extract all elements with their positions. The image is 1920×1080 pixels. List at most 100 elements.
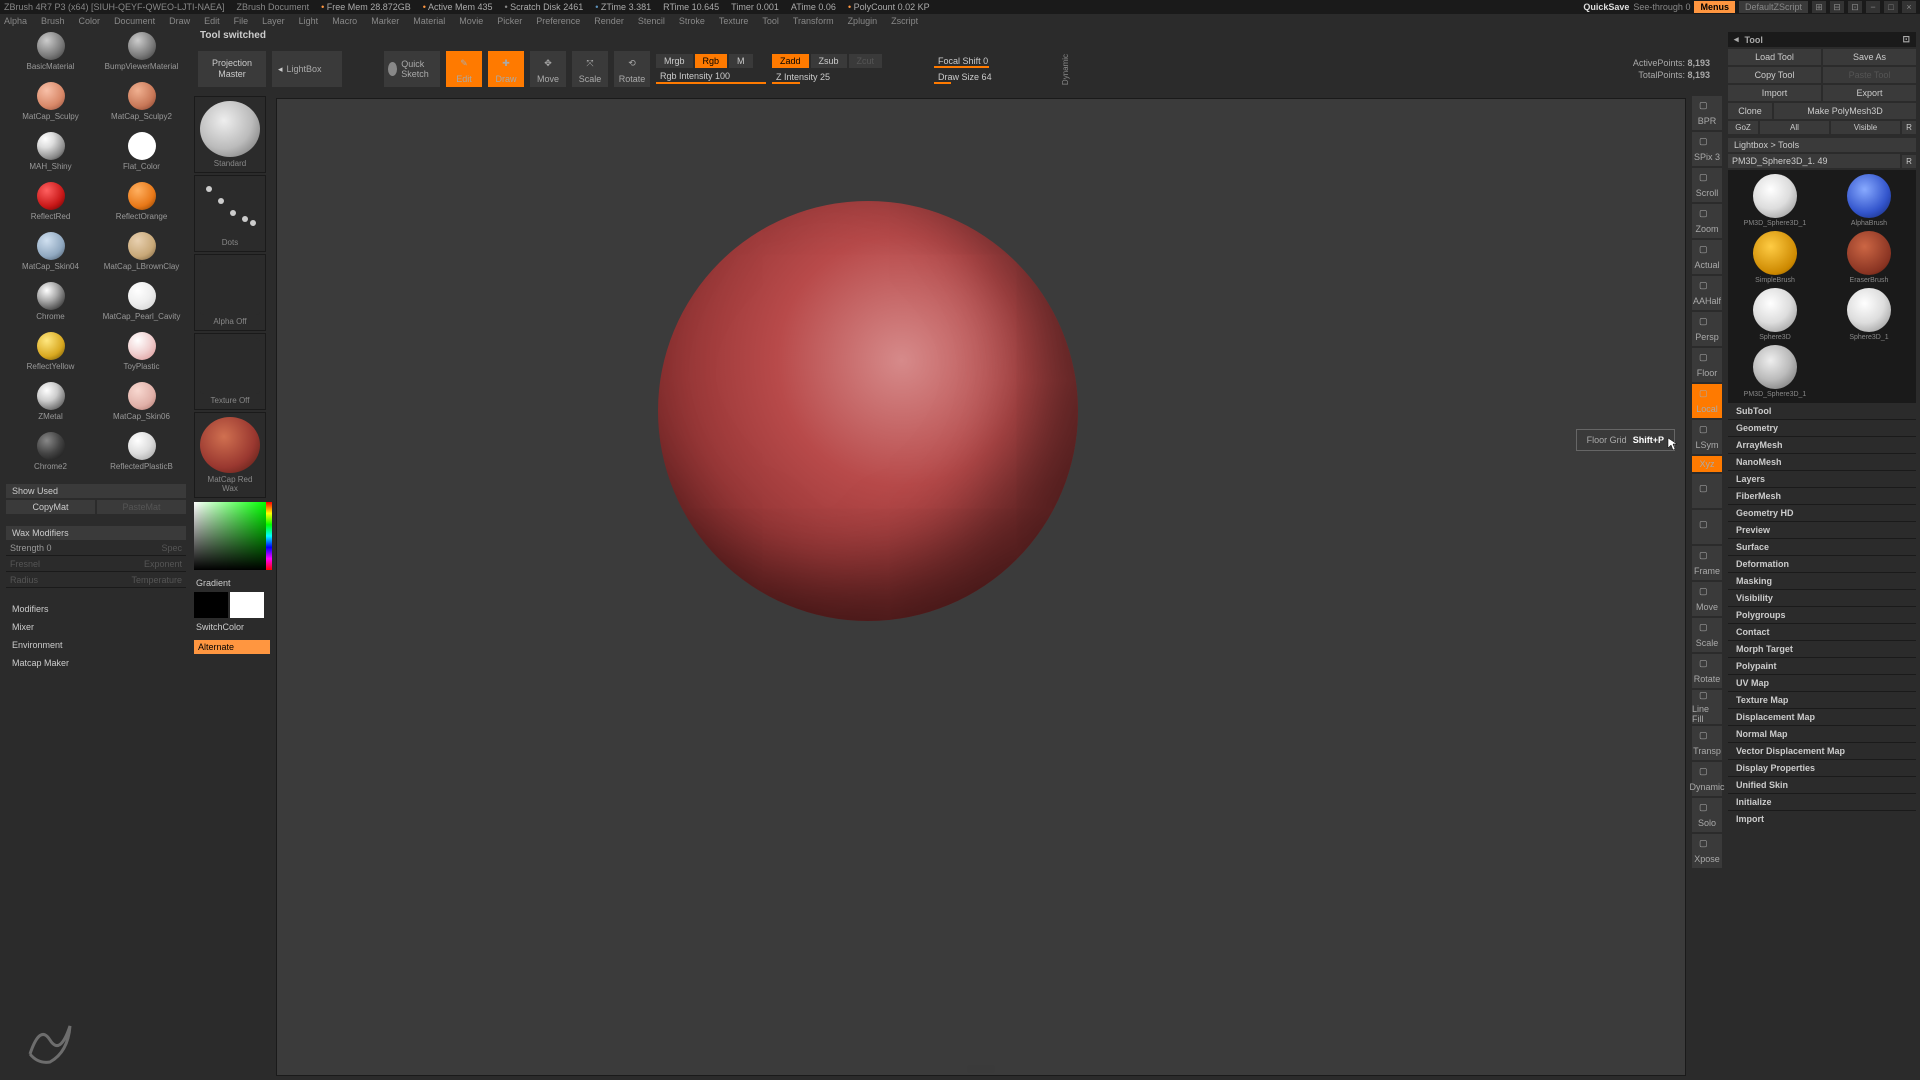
acc-mixer[interactable]: Mixer: [6, 618, 186, 636]
zsub-btn[interactable]: Zsub: [811, 54, 847, 68]
tool-acc-surface[interactable]: Surface: [1728, 538, 1916, 555]
material-ToyPlastic[interactable]: ToyPlastic: [97, 332, 186, 380]
menu-transform[interactable]: Transform: [793, 16, 834, 26]
rtool-blank-12[interactable]: ▢: [1692, 510, 1722, 544]
seethrough[interactable]: See-through 0: [1633, 2, 1690, 12]
swatch-white[interactable]: [230, 592, 264, 618]
tool-acc-texture-map[interactable]: Texture Map: [1728, 691, 1916, 708]
rtool-dynamic[interactable]: ▢Dynamic: [1692, 762, 1722, 796]
switchcolor[interactable]: SwitchColor: [194, 620, 270, 634]
z-intensity[interactable]: Z Intensity 25: [772, 70, 882, 84]
texture-off[interactable]: Texture Off: [194, 333, 266, 410]
rtool-line-fill[interactable]: ▢Line Fill: [1692, 690, 1722, 724]
tool-thumb-Sphere3D[interactable]: Sphere3D: [1730, 288, 1820, 341]
stroke-dots[interactable]: Dots: [194, 175, 266, 252]
tool-acc-visibility[interactable]: Visibility: [1728, 589, 1916, 606]
import-btn[interactable]: Import: [1728, 85, 1821, 101]
mrgb-btn[interactable]: Mrgb: [656, 54, 693, 68]
rgb-btn[interactable]: Rgb: [695, 54, 728, 68]
tool-acc-fibermesh[interactable]: FiberMesh: [1728, 487, 1916, 504]
material-Chrome[interactable]: Chrome: [6, 282, 95, 330]
rtool-scroll[interactable]: ▢Scroll: [1692, 168, 1722, 202]
menu-edit[interactable]: Edit: [204, 16, 220, 26]
material-ReflectRed[interactable]: ReflectRed: [6, 182, 95, 230]
rtool-transp[interactable]: ▢Transp: [1692, 726, 1722, 760]
menu-layer[interactable]: Layer: [262, 16, 285, 26]
menu-texture[interactable]: Texture: [719, 16, 749, 26]
rtool-solo[interactable]: ▢Solo: [1692, 798, 1722, 832]
tool-acc-polygroups[interactable]: Polygroups: [1728, 606, 1916, 623]
tool-thumb-PM3D_Sphere3D_1[interactable]: PM3D_Sphere3D_1: [1730, 345, 1820, 398]
alternate-btn[interactable]: Alternate: [194, 640, 270, 654]
menu-stencil[interactable]: Stencil: [638, 16, 665, 26]
rtool-bpr[interactable]: ▢BPR: [1692, 96, 1722, 130]
menu-zplugin[interactable]: Zplugin: [848, 16, 878, 26]
tool-acc-displacement-map[interactable]: Displacement Map: [1728, 708, 1916, 725]
rtool-persp[interactable]: ▢Persp: [1692, 312, 1722, 346]
edit-btn[interactable]: ✎Edit: [446, 51, 482, 87]
tool-acc-vector-displacement-map[interactable]: Vector Displacement Map: [1728, 742, 1916, 759]
menu-draw[interactable]: Draw: [169, 16, 190, 26]
show-used[interactable]: Show Used: [6, 484, 186, 498]
tool-acc-uv-map[interactable]: UV Map: [1728, 674, 1916, 691]
brush-standard[interactable]: Standard: [194, 96, 266, 173]
menus-btn[interactable]: Menus: [1694, 1, 1735, 13]
material-MatCap_LBrownClay[interactable]: MatCap_LBrownClay: [97, 232, 186, 280]
saveas[interactable]: Save As: [1823, 49, 1916, 65]
material-MAH_Shiny[interactable]: MAH_Shiny: [6, 132, 95, 180]
acc-modifiers[interactable]: Modifiers: [6, 600, 186, 618]
acc-matcap-maker[interactable]: Matcap Maker: [6, 654, 186, 672]
rtool-spix-3[interactable]: ▢SPix 3: [1692, 132, 1722, 166]
material-Chrome2[interactable]: Chrome2: [6, 432, 95, 480]
material-BumpViewerMaterial[interactable]: BumpViewerMaterial: [97, 32, 186, 80]
tool-acc-deformation[interactable]: Deformation: [1728, 555, 1916, 572]
tool-acc-geometry-hd[interactable]: Geometry HD: [1728, 504, 1916, 521]
copymat[interactable]: CopyMat: [6, 500, 95, 514]
lightbox-tools[interactable]: Lightbox > Tools: [1728, 138, 1916, 152]
layout-3[interactable]: ⊡: [1848, 1, 1862, 13]
alpha-off[interactable]: Alpha Off: [194, 254, 266, 331]
menu-movie[interactable]: Movie: [459, 16, 483, 26]
m-btn[interactable]: M: [729, 54, 753, 68]
tool-acc-subtool[interactable]: SubTool: [1728, 402, 1916, 419]
rtool-lsym[interactable]: ▢LSym: [1692, 420, 1722, 454]
draw-size[interactable]: Draw Size 64: [934, 70, 1044, 84]
max-btn[interactable]: □: [1884, 1, 1898, 13]
color-picker[interactable]: [194, 502, 266, 574]
close-btn[interactable]: ×: [1902, 1, 1916, 13]
menu-document[interactable]: Document: [114, 16, 155, 26]
menu-picker[interactable]: Picker: [497, 16, 522, 26]
material-matcap[interactable]: MatCap Red Wax: [194, 412, 266, 498]
tool-thumb-EraserBrush[interactable]: EraserBrush: [1824, 231, 1914, 284]
layout[interactable]: DefaultZScript: [1739, 1, 1808, 13]
layout-1[interactable]: ⊞: [1812, 1, 1826, 13]
move-btn[interactable]: ✥Move: [530, 51, 566, 87]
rtool-xpose[interactable]: ▢Xpose: [1692, 834, 1722, 868]
material-ZMetal[interactable]: ZMetal: [6, 382, 95, 430]
goz-r[interactable]: R: [1902, 121, 1916, 134]
tool-acc-preview[interactable]: Preview: [1728, 521, 1916, 538]
tool-r[interactable]: R: [1902, 155, 1916, 168]
tool-acc-polypaint[interactable]: Polypaint: [1728, 657, 1916, 674]
rotate-btn[interactable]: ⟲Rotate: [614, 51, 650, 87]
tool-thumb-Sphere3D_1[interactable]: Sphere3D_1: [1824, 288, 1914, 341]
min-btn[interactable]: −: [1866, 1, 1880, 13]
menu-brush[interactable]: Brush: [41, 16, 65, 26]
tool-acc-masking[interactable]: Masking: [1728, 572, 1916, 589]
tool-acc-geometry[interactable]: Geometry: [1728, 419, 1916, 436]
menu-macro[interactable]: Macro: [332, 16, 357, 26]
menu-light[interactable]: Light: [299, 16, 319, 26]
tool-acc-import[interactable]: Import: [1728, 810, 1916, 827]
export-btn[interactable]: Export: [1823, 85, 1916, 101]
material-ReflectYellow[interactable]: ReflectYellow: [6, 332, 95, 380]
tool-thumb-PM3D_Sphere3D_1[interactable]: PM3D_Sphere3D_1: [1730, 174, 1820, 227]
layout-2[interactable]: ⊟: [1830, 1, 1844, 13]
menu-file[interactable]: File: [234, 16, 249, 26]
rtool-rotate[interactable]: ▢Rotate: [1692, 654, 1722, 688]
menu-zscript[interactable]: Zscript: [891, 16, 918, 26]
scale-btn[interactable]: ⤧Scale: [572, 51, 608, 87]
load-tool[interactable]: Load Tool: [1728, 49, 1821, 65]
tool-acc-display-properties[interactable]: Display Properties: [1728, 759, 1916, 776]
gradient-lbl[interactable]: Gradient: [194, 576, 270, 590]
tool-acc-layers[interactable]: Layers: [1728, 470, 1916, 487]
